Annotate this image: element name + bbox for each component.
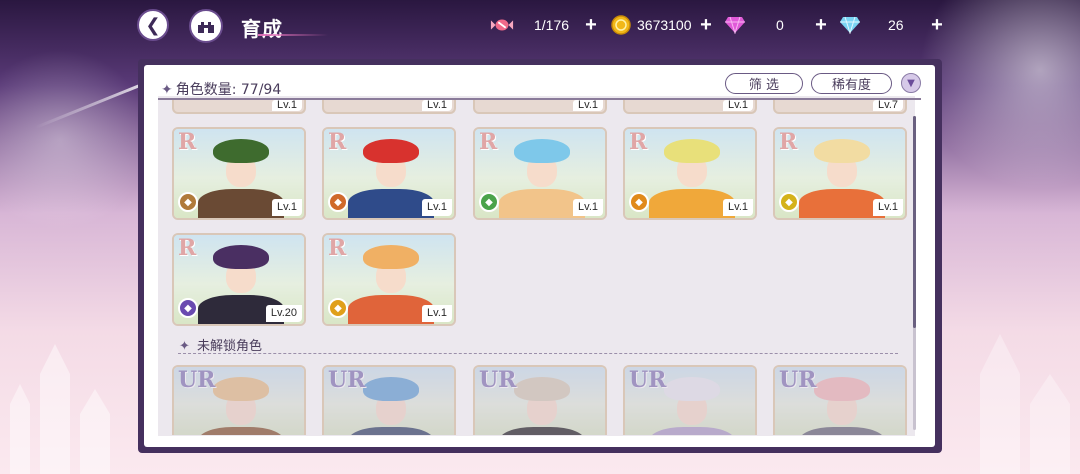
level-badge: Lv.7 xyxy=(873,100,903,111)
back-button[interactable]: ❮ xyxy=(137,9,169,41)
level-badge: Lv.1 xyxy=(272,199,302,216)
locked-section-divider xyxy=(178,353,898,354)
character-hair xyxy=(363,139,419,163)
scroll-icon: ◆ xyxy=(779,192,799,212)
filter-button[interactable]: 筛 选 xyxy=(725,73,803,94)
add-candy-button[interactable]: + xyxy=(581,13,601,37)
page-title: 育成 xyxy=(241,17,283,41)
candy-icon xyxy=(490,14,514,36)
level-badge: Lv.1 xyxy=(422,100,452,111)
locked-character-card[interactable]: UR xyxy=(322,365,456,435)
blue-diamond-icon xyxy=(838,14,862,36)
locked-overlay xyxy=(625,367,755,435)
gold-resource: 3673100 xyxy=(609,13,692,37)
character-card-partial[interactable]: Lv.1 xyxy=(473,100,607,114)
level-badge: Lv.1 xyxy=(422,305,452,322)
locked-section-text: 未解锁角色 xyxy=(197,339,263,354)
book-icon: ◆ xyxy=(178,298,198,318)
locked-overlay xyxy=(324,367,454,435)
level-badge: Lv.1 xyxy=(573,100,603,111)
sort-order-toggle[interactable]: ▼ xyxy=(901,73,921,93)
card-icon: ◆ xyxy=(328,298,348,318)
level-badge: Lv.1 xyxy=(272,100,302,111)
fist-icon: ◆ xyxy=(328,192,348,212)
character-hair xyxy=(814,139,870,163)
character-hair xyxy=(213,139,269,163)
level-badge: Lv.1 xyxy=(723,199,753,216)
title-underline-decoration xyxy=(258,34,328,36)
list-scrollbar-thumb[interactable] xyxy=(913,116,916,328)
rarity-badge: R xyxy=(178,129,197,155)
character-hair xyxy=(363,245,419,269)
character-card[interactable]: R ◆ Lv.1 xyxy=(322,127,456,220)
rarity-badge: R xyxy=(178,235,197,261)
character-card[interactable]: R ◆ Lv.1 xyxy=(473,127,607,220)
level-badge: Lv.1 xyxy=(422,199,452,216)
locked-character-card[interactable]: UR xyxy=(773,365,907,435)
level-badge: Lv.1 xyxy=(873,199,903,216)
locked-overlay xyxy=(174,367,304,435)
pink-gem-icon xyxy=(723,14,747,36)
pink-gem-value: 0 xyxy=(776,17,784,33)
blue-diamond-resource: 26 xyxy=(838,13,904,37)
castle-silhouette-right xyxy=(980,334,1070,474)
level-badge: Lv.20 xyxy=(265,305,302,322)
add-blue-diamond-button[interactable]: + xyxy=(927,13,947,37)
home-button[interactable] xyxy=(189,9,223,43)
top-header: ❮ 育成 1/176 + 3673100 + 0 + 26 + xyxy=(0,0,1080,52)
locked-overlay xyxy=(775,367,905,435)
sparkle-icon: ✦ xyxy=(179,339,190,354)
gold-value: 3673100 xyxy=(637,17,692,33)
locked-section-label: ✦ 未解锁角色 xyxy=(179,335,262,354)
character-card-partial[interactable]: Lv.1 xyxy=(322,100,456,114)
level-badge: Lv.1 xyxy=(723,100,753,111)
character-card-partial[interactable]: Lv.1 xyxy=(623,100,757,114)
blue-diamond-value: 26 xyxy=(888,17,904,33)
locked-character-card[interactable]: UR xyxy=(473,365,607,435)
candy-value: 1/176 xyxy=(534,17,570,33)
rarity-badge: R xyxy=(629,129,648,155)
character-card[interactable]: R ◆ Lv.1 xyxy=(623,127,757,220)
gold-coin-icon xyxy=(609,14,633,36)
rarity-badge: R xyxy=(779,129,798,155)
character-card[interactable]: R ◆ Lv.1 xyxy=(172,127,306,220)
castle-silhouette-left xyxy=(10,344,110,474)
character-hair xyxy=(514,139,570,163)
locked-character-card[interactable]: UR xyxy=(623,365,757,435)
character-card[interactable]: R ◆ Lv.1 xyxy=(773,127,907,220)
chevron-down-icon: ▼ xyxy=(907,77,915,89)
candy-resource: 1/176 xyxy=(490,13,569,37)
locked-character-card[interactable]: UR xyxy=(172,365,306,435)
back-arrow-icon: ❮ xyxy=(145,14,161,36)
rarity-badge: R xyxy=(328,129,347,155)
rarity-sort-button[interactable]: 稀有度 xyxy=(811,73,892,94)
rarity-badge: R xyxy=(479,129,498,155)
rarity-badge: R xyxy=(328,235,347,261)
shield-icon: ◆ xyxy=(178,192,198,212)
character-card[interactable]: R ◆ Lv.20 xyxy=(172,233,306,326)
add-gold-button[interactable]: + xyxy=(696,13,716,37)
locked-overlay xyxy=(475,367,605,435)
wand-icon: ◆ xyxy=(629,192,649,212)
character-card[interactable]: R ◆ Lv.1 xyxy=(322,233,456,326)
character-hair xyxy=(213,245,269,269)
pink-gem-resource: 0 xyxy=(723,13,784,37)
level-badge: Lv.1 xyxy=(573,199,603,216)
character-card-partial[interactable]: Lv.7 xyxy=(773,100,907,114)
add-pink-gem-button[interactable]: + xyxy=(811,13,831,37)
leaf-icon: ◆ xyxy=(479,192,499,212)
character-hair xyxy=(664,139,720,163)
castle-home-icon xyxy=(198,22,214,33)
character-card-partial[interactable]: Lv.1 xyxy=(172,100,306,114)
